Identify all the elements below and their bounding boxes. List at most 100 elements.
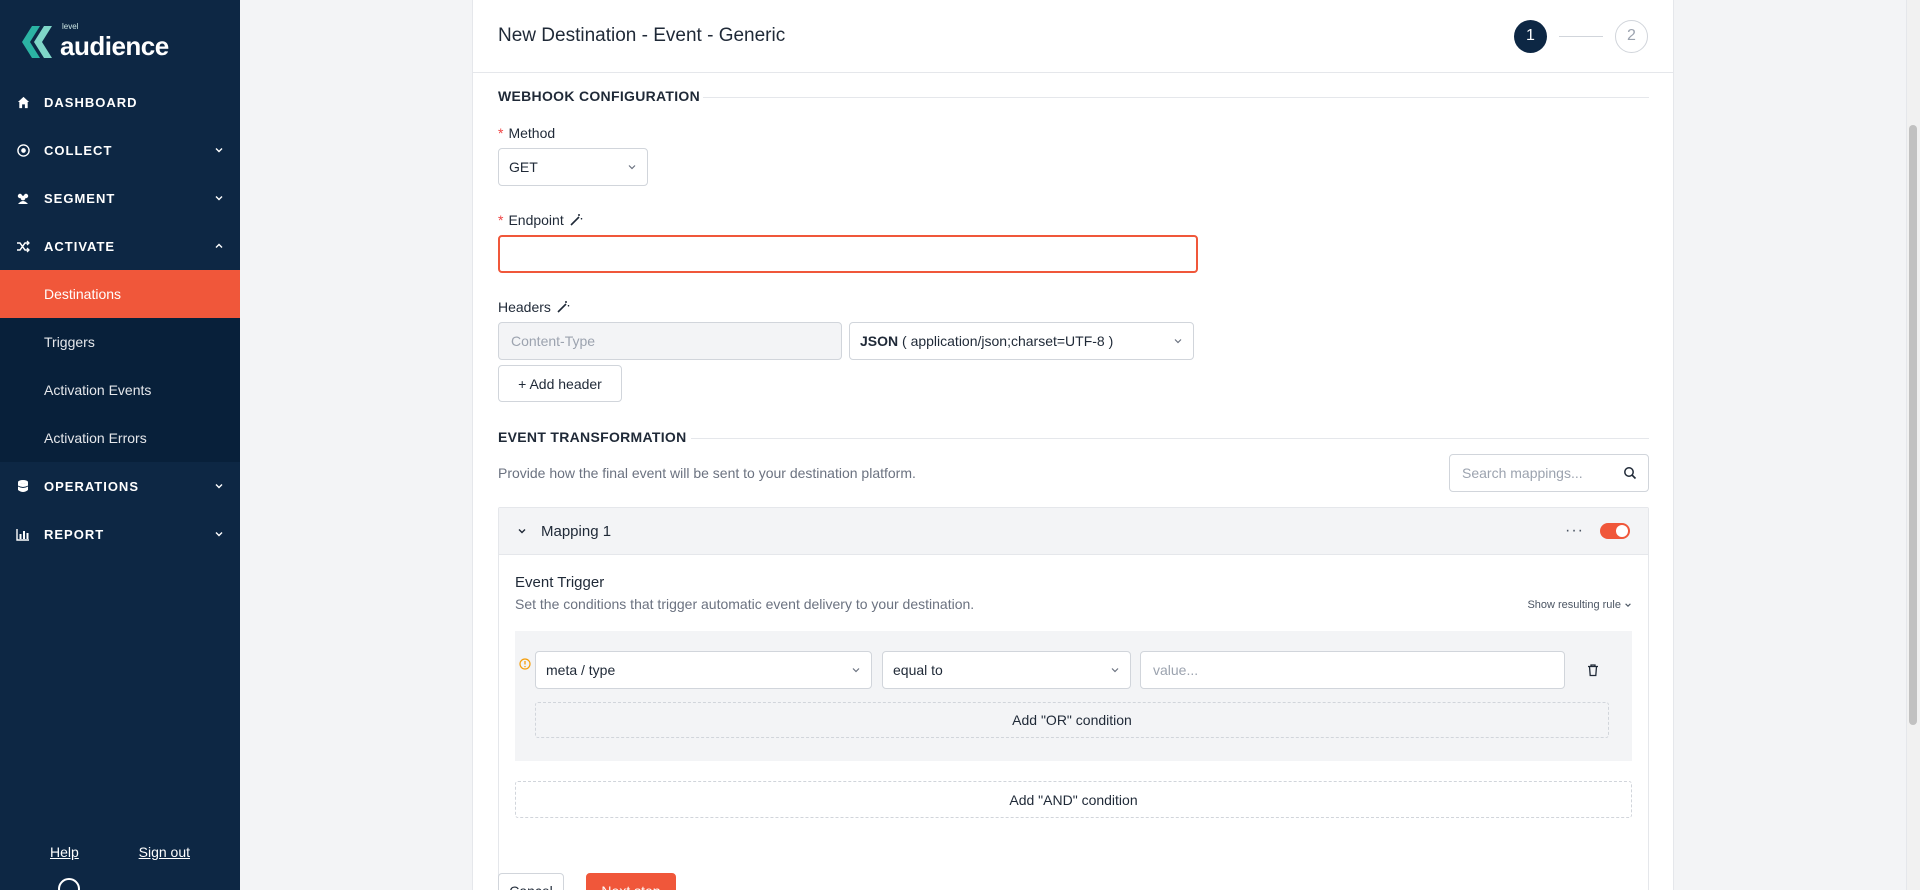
sign-out-link[interactable]: Sign out xyxy=(139,844,190,860)
condition-group: meta / type equal to Add "OR" condition xyxy=(515,631,1632,761)
condition-operator-select[interactable]: equal to xyxy=(882,651,1131,689)
transformation-description: Provide how the final event will be sent… xyxy=(498,465,916,481)
sidebar: level audience DASHBOARD COLLECT SEGMENT xyxy=(0,0,240,890)
chevron-down-icon xyxy=(852,668,860,673)
mapping-panel: Mapping 1 ··· Event Trigger Set the cond… xyxy=(498,507,1649,890)
brand-logo[interactable]: level audience xyxy=(18,22,169,62)
step-2[interactable]: 2 xyxy=(1615,19,1648,53)
shuffle-icon xyxy=(16,239,30,253)
trash-icon[interactable] xyxy=(1586,663,1600,677)
brand-name: audience xyxy=(60,31,169,61)
sidebar-item-activate[interactable]: ACTIVATE xyxy=(0,222,240,270)
endpoint-label-text: Endpoint xyxy=(508,212,564,228)
sidebar-item-label: DASHBOARD xyxy=(44,94,138,110)
chevron-down-icon xyxy=(1111,668,1119,673)
chevron-up-icon xyxy=(215,243,223,248)
sidebar-subitem-activation-events[interactable]: Activation Events xyxy=(0,366,240,414)
sidebar-item-label: SEGMENT xyxy=(44,190,116,206)
logo-icon xyxy=(22,26,52,58)
page-title: New Destination - Event - Generic xyxy=(498,25,786,46)
activate-submenu: Destinations Triggers Activation Events … xyxy=(0,270,240,462)
add-header-button[interactable]: + Add header xyxy=(498,365,622,402)
brand-small: level xyxy=(62,22,79,31)
condition-field-value: meta / type xyxy=(546,662,616,678)
sidebar-subitem-triggers[interactable]: Triggers xyxy=(0,318,240,366)
condition-value-input[interactable] xyxy=(1140,651,1565,689)
step-connector xyxy=(1559,35,1603,37)
chevron-down-icon xyxy=(215,196,223,201)
header-value-type: JSON xyxy=(860,333,899,349)
destination-form-card: New Destination - Event - Generic 1 2 WE… xyxy=(472,0,1674,890)
condition-field-select[interactable]: meta / type xyxy=(535,651,872,689)
sidebar-item-label: COLLECT xyxy=(44,142,113,158)
method-value: GET xyxy=(509,159,538,175)
header-value-detail: ( application/json;charset=UTF-8 ) xyxy=(902,333,1114,349)
sidebar-nav: DASHBOARD COLLECT SEGMENT ACTIVATE Desti… xyxy=(0,78,240,558)
cancel-button[interactable]: Cancel xyxy=(498,873,564,890)
required-marker: * xyxy=(498,125,504,141)
scrollbar-thumb[interactable] xyxy=(1909,125,1917,725)
required-marker: * xyxy=(498,212,504,228)
collect-icon xyxy=(16,143,30,157)
sidebar-item-report[interactable]: REPORT xyxy=(0,510,240,558)
header-key-input[interactable] xyxy=(498,322,842,360)
home-icon xyxy=(16,95,30,109)
bar-chart-icon xyxy=(16,527,30,541)
page-scrollbar[interactable] xyxy=(1906,0,1920,890)
mapping-header[interactable]: Mapping 1 ··· xyxy=(499,508,1648,555)
warning-icon xyxy=(519,658,531,670)
add-or-condition-button[interactable]: Add "OR" condition xyxy=(535,702,1609,738)
more-options-icon[interactable]: ··· xyxy=(1565,522,1584,540)
chevron-down-icon xyxy=(628,165,636,170)
condition-operator-value: equal to xyxy=(893,662,943,678)
chevron-down-icon xyxy=(215,148,223,153)
endpoint-input[interactable] xyxy=(498,235,1198,273)
sidebar-item-dashboard[interactable]: DASHBOARD xyxy=(0,78,240,126)
chevron-down-icon xyxy=(1174,339,1182,344)
chevron-down-icon xyxy=(215,484,223,489)
mapping-search xyxy=(1449,454,1649,492)
sidebar-item-collect[interactable]: COLLECT xyxy=(0,126,240,174)
section-title-webhook: WEBHOOK CONFIGURATION xyxy=(498,88,701,104)
sidebar-item-label: OPERATIONS xyxy=(44,478,139,494)
event-trigger-title: Event Trigger xyxy=(515,574,605,591)
method-select[interactable]: GET xyxy=(498,148,648,186)
mapping-enabled-toggle[interactable] xyxy=(1600,523,1630,539)
event-trigger-description: Set the conditions that trigger automati… xyxy=(515,596,975,612)
show-resulting-rule-label: Show resulting rule xyxy=(1527,599,1621,611)
header-value: JSON ( application/json;charset=UTF-8 ) xyxy=(860,333,1173,349)
sidebar-subitem-activation-errors[interactable]: Activation Errors xyxy=(0,414,240,462)
add-and-condition-button[interactable]: Add "AND" condition xyxy=(515,781,1632,818)
users-icon xyxy=(16,191,30,205)
avatar[interactable] xyxy=(58,878,80,890)
sidebar-item-segment[interactable]: SEGMENT xyxy=(0,174,240,222)
section-title-transformation: EVENT TRANSFORMATION xyxy=(498,429,687,445)
search-mappings-input[interactable] xyxy=(1449,454,1649,492)
card-header: New Destination - Event - Generic 1 2 xyxy=(473,0,1673,73)
headers-label-text: Headers xyxy=(498,299,551,315)
sidebar-item-label: REPORT xyxy=(44,526,105,542)
next-step-button[interactable]: Next step xyxy=(586,873,676,890)
section-divider xyxy=(691,438,1649,439)
database-icon xyxy=(16,479,30,493)
section-divider xyxy=(703,97,1649,98)
method-label: * Method xyxy=(498,125,555,141)
sidebar-item-operations[interactable]: OPERATIONS xyxy=(0,462,240,510)
mapping-title: Mapping 1 xyxy=(541,522,612,540)
chevron-down-icon xyxy=(1625,603,1631,607)
endpoint-label: * Endpoint xyxy=(498,212,583,228)
headers-label: Headers xyxy=(498,299,570,315)
sidebar-subitem-destinations[interactable]: Destinations xyxy=(0,270,240,318)
header-value-select[interactable]: JSON ( application/json;charset=UTF-8 ) xyxy=(849,322,1194,360)
chevron-down-icon[interactable] xyxy=(517,526,527,536)
search-icon[interactable] xyxy=(1623,466,1637,480)
stepper: 1 2 xyxy=(1514,19,1648,53)
help-link[interactable]: Help xyxy=(50,844,79,860)
magic-wand-icon[interactable] xyxy=(569,213,583,227)
method-label-text: Method xyxy=(508,125,556,141)
show-resulting-rule-link[interactable]: Show resulting rule xyxy=(1527,599,1632,611)
magic-wand-icon[interactable] xyxy=(556,300,570,314)
chevron-down-icon xyxy=(215,532,223,537)
sidebar-footer: Help Sign out xyxy=(0,844,240,860)
step-1[interactable]: 1 xyxy=(1514,19,1547,53)
